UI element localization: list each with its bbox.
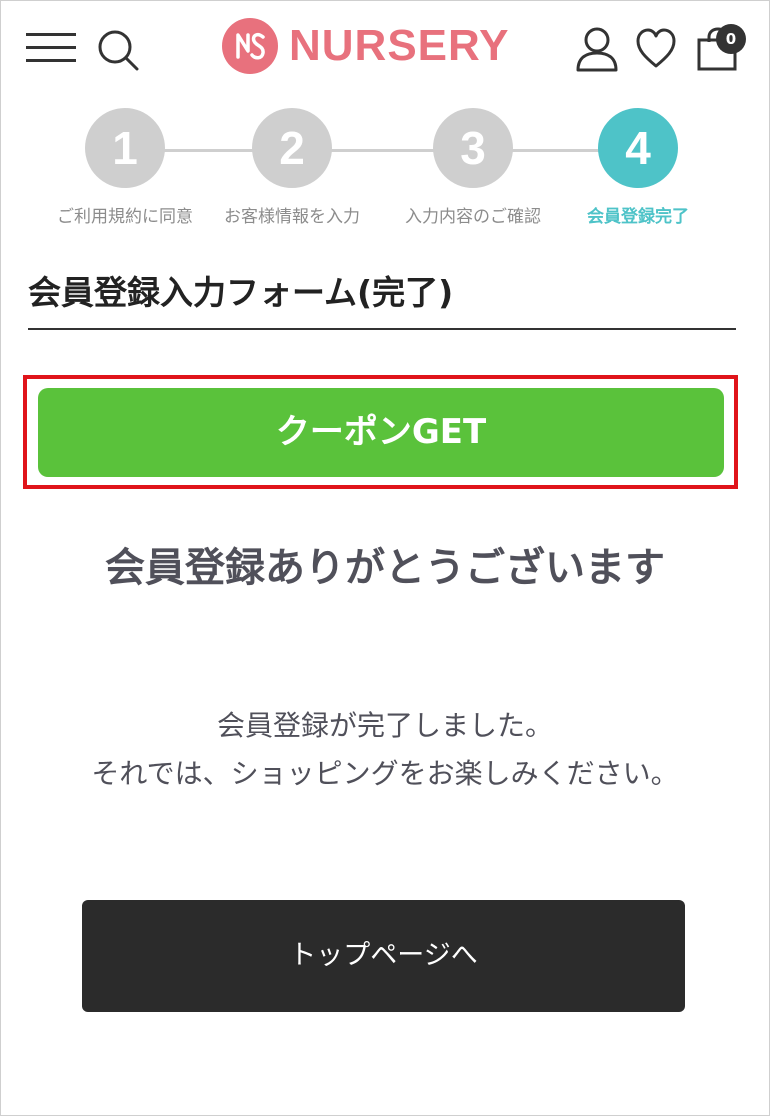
message-line-2: それでは、ショッピングをお楽しみください。 bbox=[91, 757, 679, 790]
step-label: 会員登録完了 bbox=[587, 207, 689, 227]
heart-icon[interactable] bbox=[635, 26, 677, 70]
completion-message: 会員登録が完了しました。 それでは、ショッピングをお楽しみください。 bbox=[60, 702, 710, 798]
message-line-1: 会員登録が完了しました。 bbox=[216, 709, 553, 742]
search-icon[interactable] bbox=[96, 28, 140, 72]
step-number: 1 bbox=[85, 108, 165, 188]
step-label: 入力内容のご確認 bbox=[405, 207, 541, 227]
step-number: 3 bbox=[433, 108, 513, 188]
step-label: ご利用規約に同意 bbox=[57, 207, 193, 227]
menu-icon[interactable] bbox=[26, 33, 76, 63]
step-1: 1 ご利用規約に同意 bbox=[45, 108, 205, 227]
cart-count-badge: 0 bbox=[716, 24, 746, 54]
site-header: NURSERY 0 bbox=[0, 0, 770, 100]
step-3: 3 入力内容のご確認 bbox=[393, 108, 553, 227]
step-2: 2 お客様情報を入力 bbox=[212, 108, 372, 227]
logo-text: NURSERY bbox=[289, 21, 510, 70]
thanks-heading: 会員登録ありがとうございます bbox=[105, 545, 665, 591]
step-4: 4 会員登録完了 bbox=[558, 108, 718, 227]
registration-stepper: 1 ご利用規約に同意 2 お客様情報を入力 3 入力内容のご確認 4 会員登録完… bbox=[0, 108, 770, 228]
form-title: 会員登録入力フォーム(完了) bbox=[28, 273, 454, 312]
step-number: 2 bbox=[252, 108, 332, 188]
step-label: お客様情報を入力 bbox=[224, 207, 360, 227]
user-icon[interactable] bbox=[575, 26, 619, 72]
logo-mark-icon bbox=[222, 18, 278, 74]
top-page-button[interactable]: トップページへ bbox=[82, 900, 685, 1012]
site-logo[interactable]: NURSERY bbox=[221, 16, 510, 76]
title-divider bbox=[28, 328, 736, 330]
coupon-get-button[interactable]: クーポンGET bbox=[38, 388, 724, 477]
step-number: 4 bbox=[598, 108, 678, 188]
